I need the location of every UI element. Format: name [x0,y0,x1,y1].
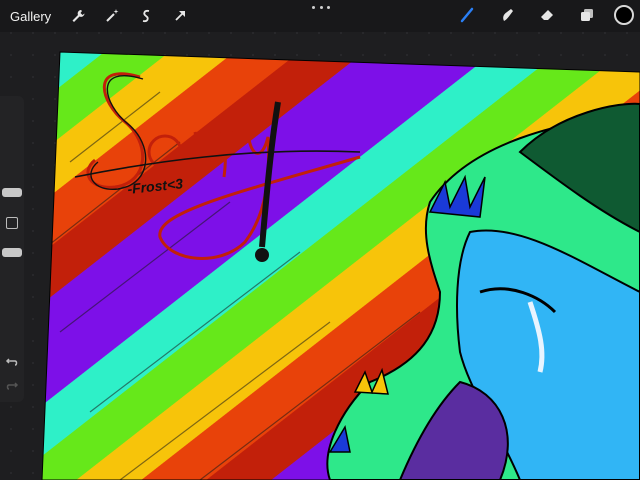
artwork: -Frost<3 [41,51,640,480]
wrench-icon[interactable] [65,3,91,29]
magic-wand-icon[interactable] [99,3,125,29]
color-picker-button[interactable] [614,5,634,25]
transform-arrow-icon[interactable] [167,3,193,29]
eraser-icon[interactable] [534,2,560,28]
undo-icon[interactable] [5,354,19,368]
redo-icon[interactable] [5,378,19,392]
selection-icon[interactable] [133,3,159,29]
left-sidebar [0,96,24,402]
brush-icon[interactable] [454,2,480,28]
smudge-icon[interactable] [494,2,520,28]
brush-size-slider[interactable] [2,188,22,197]
drawing-canvas[interactable]: -Frost<3 [0,32,640,480]
gallery-button[interactable]: Gallery [10,9,51,24]
more-options-icon[interactable] [312,2,330,12]
modify-button[interactable] [6,217,18,229]
top-toolbar: Gallery [0,0,640,32]
opacity-slider[interactable] [2,248,22,257]
layers-icon[interactable] [574,2,600,28]
